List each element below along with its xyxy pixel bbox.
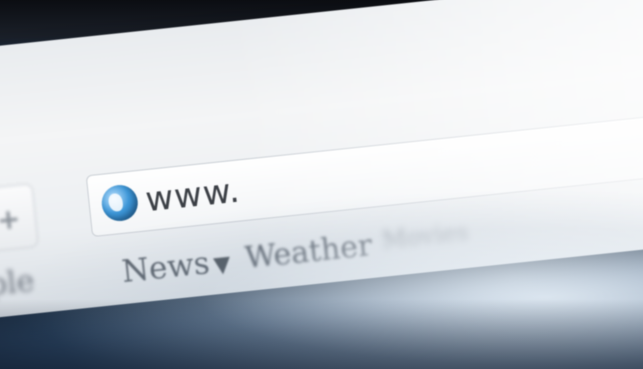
bookmark-news-label: News	[120, 245, 212, 291]
bookmark-blurred[interactable]: Movies	[381, 218, 470, 255]
bookmark-apple[interactable]: pple	[0, 264, 36, 306]
bookmark-weather[interactable]: Weather	[243, 228, 373, 276]
plus-icon: +	[0, 201, 22, 237]
screen-shade	[0, 299, 643, 369]
chevron-down-icon: ▼	[212, 251, 232, 279]
bookmark-news[interactable]: News▼	[120, 243, 232, 290]
browser-toolbar: + www. pple News▼ Weather Movies	[0, 0, 643, 321]
globe-icon	[99, 183, 140, 223]
browser-photo: + www. pple News▼ Weather Movies	[0, 0, 643, 369]
url-text: www.	[143, 170, 243, 221]
new-tab-button[interactable]: +	[0, 183, 39, 254]
